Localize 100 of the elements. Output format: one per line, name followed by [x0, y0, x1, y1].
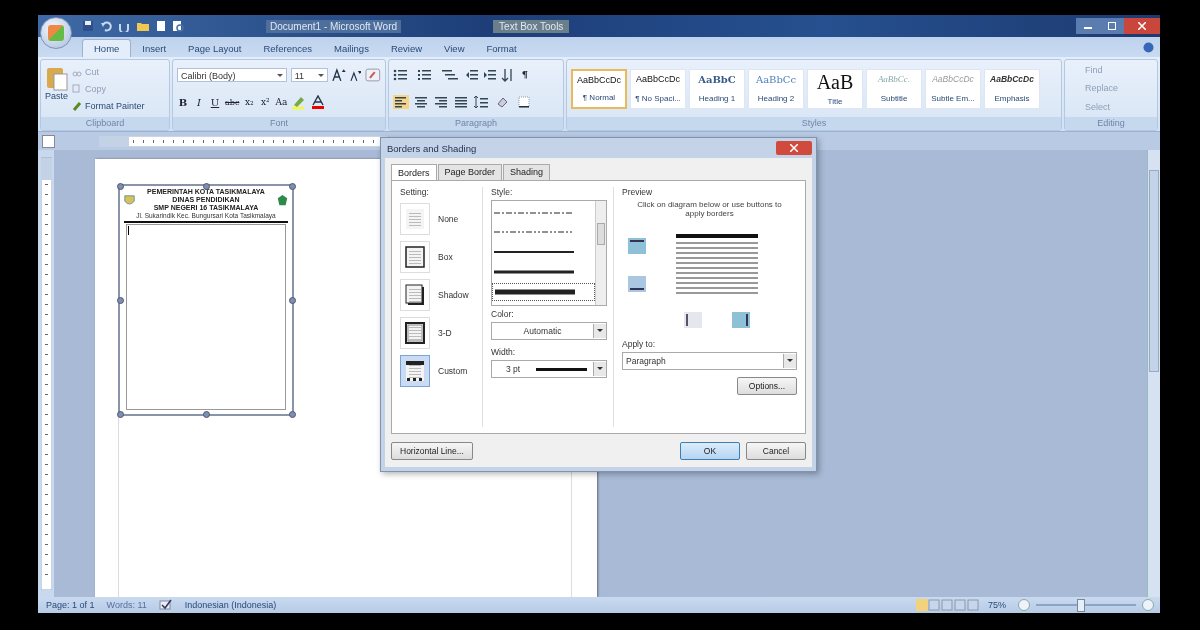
width-dropdown[interactable]: 3 pt — [491, 360, 607, 378]
style-item[interactable]: AaBbCc Heading 2 — [748, 68, 804, 109]
emblem-icon — [124, 193, 135, 207]
show-marks-button[interactable]: ¶ — [519, 69, 531, 81]
zoom-level[interactable]: 75% — [988, 600, 1006, 610]
paste-button[interactable]: Paste — [45, 63, 68, 114]
resize-handle[interactable] — [289, 183, 296, 190]
width-label: Width: — [491, 347, 517, 357]
border-setting-icon — [404, 359, 426, 383]
right-border-icon[interactable] — [732, 312, 750, 328]
office-button[interactable] — [40, 17, 72, 49]
proofing-icon[interactable] — [158, 599, 173, 611]
maximize-icon — [1108, 22, 1116, 30]
style-item[interactable]: AaB Title — [807, 68, 863, 109]
ribbon-tab[interactable]: Mailings — [323, 40, 380, 57]
maximize-button[interactable] — [1100, 18, 1124, 34]
close-button[interactable] — [1124, 18, 1160, 34]
dialog-tab[interactable]: Shading — [503, 164, 551, 180]
line-style-option[interactable] — [492, 283, 595, 302]
line-spacing-icon[interactable] — [473, 95, 491, 110]
font-name-dropdown[interactable]: Calibri (Body) — [177, 67, 287, 82]
format-button[interactable]: I — [193, 96, 205, 108]
format-button[interactable]: x² — [259, 97, 272, 108]
folder-icon[interactable] — [136, 20, 150, 32]
style-item[interactable]: AaBbCcDc Emphasis — [984, 68, 1040, 109]
ruler-toggle-button[interactable] — [42, 134, 55, 148]
zoom-slider-thumb[interactable] — [1077, 598, 1085, 612]
ok-button[interactable]: OK — [680, 442, 740, 460]
ribbon-tab[interactable]: Format — [475, 40, 528, 57]
group-label: Editing — [1065, 117, 1157, 130]
align-left-icon[interactable] — [393, 95, 409, 110]
dialog-title: Borders and Shading — [387, 142, 477, 154]
resize-handle[interactable] — [117, 411, 124, 418]
resize-handle[interactable] — [117, 183, 124, 190]
page-icon[interactable] — [156, 20, 166, 32]
emblem-icon — [277, 193, 288, 207]
close-icon — [1138, 22, 1146, 30]
line-style-list[interactable] — [491, 200, 607, 306]
ribbon-tab[interactable]: Home — [82, 39, 132, 57]
top-border-icon[interactable] — [628, 238, 646, 254]
borders-icon[interactable] — [517, 95, 533, 110]
style-item[interactable]: AaBbCcDc Subtle Em... — [925, 68, 981, 109]
border-setting-icon — [404, 245, 426, 269]
dialog-tab[interactable]: Borders — [391, 164, 437, 180]
cancel-button[interactable]: Cancel — [746, 442, 806, 460]
align-right-icon[interactable] — [433, 95, 449, 110]
left-border-icon[interactable] — [684, 312, 702, 328]
color-dropdown[interactable]: Automatic — [491, 322, 607, 340]
help-icon[interactable] — [1143, 42, 1154, 53]
undo-icon[interactable] — [100, 20, 112, 32]
clear-formatting-icon[interactable] — [365, 67, 381, 82]
format-button[interactable]: Aa — [275, 97, 288, 108]
align-center-icon[interactable] — [413, 95, 429, 110]
multilevel-list-icon[interactable] — [441, 67, 461, 82]
resize-handle[interactable] — [289, 297, 296, 304]
list-scrollbar[interactable] — [595, 201, 606, 305]
format-button[interactable]: U — [209, 96, 221, 108]
dialog-tab[interactable]: Page Border — [437, 164, 503, 180]
ribbon-tab[interactable]: Insert — [131, 40, 178, 57]
decrease-indent-icon[interactable] — [465, 67, 479, 82]
options-button[interactable]: Options... — [737, 377, 797, 395]
save-icon[interactable] — [82, 20, 94, 32]
resize-handle[interactable] — [203, 411, 210, 418]
justify-icon[interactable] — [453, 95, 469, 110]
style-item[interactable]: AaBbCc. Subtitle — [866, 68, 922, 109]
increase-indent-icon[interactable] — [483, 67, 497, 82]
ribbon-tab[interactable]: Review — [379, 40, 434, 57]
style-item[interactable]: AaBbCcDc ¶ Normal — [571, 68, 627, 109]
sort-icon[interactable] — [501, 67, 515, 82]
preview-hint: Click on diagram below or use buttons to apply borders — [636, 200, 783, 218]
style-item[interactable]: AaBbC Heading 1 — [689, 68, 745, 109]
setting-option-label: 3-D — [438, 328, 452, 338]
group-label: Paragraph — [389, 117, 563, 130]
apply-to-dropdown[interactable]: Paragraph — [622, 352, 797, 370]
language-label[interactable]: Indonesian (Indonesia) — [184, 600, 277, 610]
context-tab-label: Text Box Tools — [493, 19, 570, 33]
format-button[interactable]: abc — [225, 97, 240, 107]
copy-icon — [72, 83, 82, 94]
font-color-icon[interactable] — [311, 95, 326, 110]
border-setting-button[interactable] — [400, 355, 430, 387]
page-count[interactable]: Page: 1 of 1 — [46, 600, 95, 610]
font-size-dropdown[interactable]: 11 — [290, 67, 328, 82]
bottom-border-icon[interactable] — [628, 276, 646, 292]
close-button[interactable] — [776, 141, 812, 155]
style-item[interactable]: AaBbCcDc ¶ No Spaci... — [630, 68, 686, 109]
format-painter-button[interactable]: Format Painter — [72, 100, 145, 111]
vertical-scrollbar[interactable] — [1147, 150, 1160, 597]
resize-handle[interactable] — [289, 411, 296, 418]
format-button[interactable]: B — [177, 96, 189, 108]
ribbon-tab[interactable]: References — [252, 40, 324, 57]
ribbon-tab[interactable]: Page Layout — [177, 40, 253, 57]
group-label: Clipboard — [41, 117, 169, 130]
resize-handle[interactable] — [203, 183, 210, 190]
grow-font-icon[interactable] — [331, 67, 346, 82]
format-button[interactable]: x₂ — [243, 97, 256, 108]
minimize-button[interactable] — [1076, 18, 1100, 34]
horizontal-line-button[interactable]: Horizontal Line... — [391, 442, 473, 460]
resize-handle[interactable] — [117, 297, 124, 304]
ribbon-tab[interactable]: View — [433, 40, 476, 57]
print-preview-icon[interactable] — [172, 20, 184, 32]
